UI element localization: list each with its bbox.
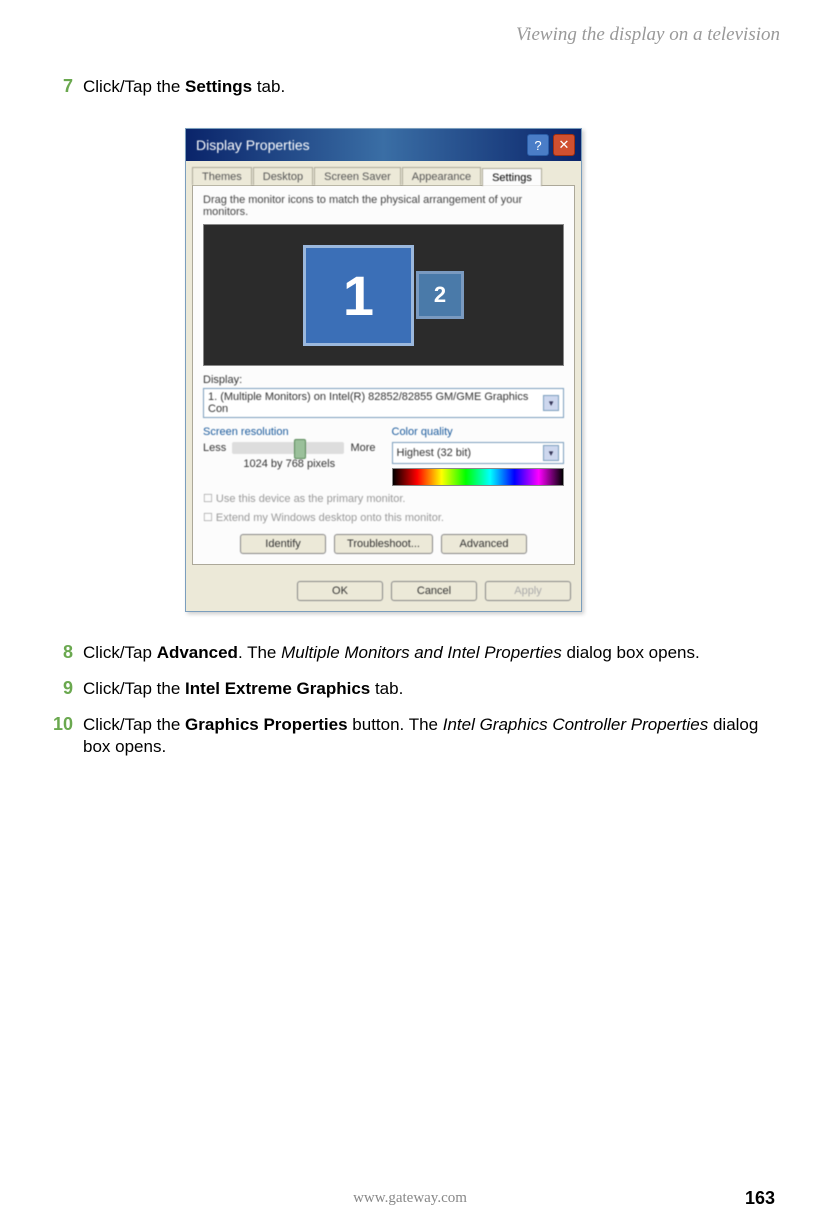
close-button[interactable]: ✕ (553, 134, 575, 156)
resolution-value: 1024 by 768 pixels (203, 458, 376, 470)
color-quality-combobox[interactable]: Highest (32 bit) ▾ (392, 442, 565, 464)
dialog-title: Display Properties (196, 137, 310, 153)
checkbox-label: Use this device as the primary monitor. (216, 493, 406, 505)
step-text-pre: Click/Tap the (83, 715, 185, 734)
tab-appearance[interactable]: Appearance (402, 167, 481, 185)
monitor-preview[interactable]: 1 2 (203, 224, 564, 366)
footer-url: www.gateway.com (353, 1190, 467, 1207)
step-number: 9 (45, 678, 73, 699)
step-text-pre: Click/Tap the (83, 77, 185, 96)
chevron-down-icon: ▾ (543, 395, 559, 411)
color-quality-value: Highest (32 bit) (397, 447, 472, 459)
step-text-post: tab. (370, 679, 403, 698)
display-value: 1. (Multiple Monitors) on Intel(R) 82852… (208, 391, 543, 415)
chevron-down-icon: ▾ (543, 445, 559, 461)
tab-screen-saver[interactable]: Screen Saver (314, 167, 401, 185)
step-8: 8 Click/Tap Advanced. The Multiple Monit… (45, 642, 780, 664)
monitor-2-icon[interactable]: 2 (416, 271, 464, 319)
page-footer: www.gateway.com 163 (0, 1190, 820, 1207)
step-number: 8 (45, 642, 73, 663)
troubleshoot-button[interactable]: Troubleshoot... (334, 534, 433, 554)
advanced-button[interactable]: Advanced (441, 534, 527, 554)
step-text-bold: Settings (185, 77, 252, 96)
slider-less-label: Less (203, 442, 226, 454)
color-preview (392, 468, 565, 486)
step-text-mid: . The (238, 643, 281, 662)
display-properties-dialog: Display Properties ? ✕ Themes Desktop Sc… (185, 128, 582, 612)
step-text-pre: Click/Tap (83, 643, 157, 662)
dialog-titlebar: Display Properties ? ✕ (186, 129, 581, 161)
step-text-bold: Advanced (157, 643, 238, 662)
help-button[interactable]: ? (527, 134, 549, 156)
dialog-button-bar: OK Cancel Apply (186, 571, 581, 611)
display-label: Display: (203, 374, 564, 386)
step-text-italic: Intel Graphics Controller Properties (443, 715, 709, 734)
apply-button[interactable]: Apply (485, 581, 571, 601)
tab-strip: Themes Desktop Screen Saver Appearance S… (186, 161, 581, 185)
slider-thumb[interactable] (294, 439, 306, 459)
step-text: Click/Tap the Settings tab. (83, 76, 285, 98)
step-7: 7 Click/Tap the Settings tab. (45, 76, 780, 98)
page-header: Viewing the display on a television (45, 24, 780, 46)
drag-instruction: Drag the monitor icons to match the phys… (203, 194, 564, 218)
checkbox-label: Extend my Windows desktop onto this moni… (216, 512, 444, 524)
color-quality-label: Color quality (392, 426, 565, 438)
display-combobox[interactable]: 1. (Multiple Monitors) on Intel(R) 82852… (203, 388, 564, 418)
primary-monitor-checkbox[interactable]: ☐ Use this device as the primary monitor… (203, 492, 564, 505)
step-text: Click/Tap the Graphics Properties button… (83, 714, 780, 758)
monitor-1-icon[interactable]: 1 (303, 245, 414, 346)
tab-settings[interactable]: Settings (482, 168, 542, 186)
step-10: 10 Click/Tap the Graphics Properties but… (45, 714, 780, 758)
step-text-pre: Click/Tap the (83, 679, 185, 698)
step-text: Click/Tap the Intel Extreme Graphics tab… (83, 678, 403, 700)
cancel-button[interactable]: Cancel (391, 581, 477, 601)
slider-more-label: More (350, 442, 375, 454)
identify-button[interactable]: Identify (240, 534, 326, 554)
step-text-post: tab. (252, 77, 285, 96)
tab-body: Drag the monitor icons to match the phys… (192, 185, 575, 565)
step-number: 7 (45, 76, 73, 97)
step-9: 9 Click/Tap the Intel Extreme Graphics t… (45, 678, 780, 700)
tab-themes[interactable]: Themes (192, 167, 252, 185)
page-number: 163 (745, 1188, 775, 1209)
step-text-mid: button. The (348, 715, 443, 734)
step-text-italic: Multiple Monitors and Intel Properties (281, 643, 562, 662)
tab-desktop[interactable]: Desktop (253, 167, 313, 185)
screen-resolution-label: Screen resolution (203, 426, 376, 438)
extend-desktop-checkbox[interactable]: ☐ Extend my Windows desktop onto this mo… (203, 511, 564, 524)
step-text-post: dialog box opens. (562, 643, 700, 662)
step-text-bold: Graphics Properties (185, 715, 348, 734)
step-text-bold: Intel Extreme Graphics (185, 679, 370, 698)
step-text: Click/Tap Advanced. The Multiple Monitor… (83, 642, 700, 664)
step-number: 10 (45, 714, 73, 735)
resolution-slider[interactable] (232, 442, 344, 454)
ok-button[interactable]: OK (297, 581, 383, 601)
